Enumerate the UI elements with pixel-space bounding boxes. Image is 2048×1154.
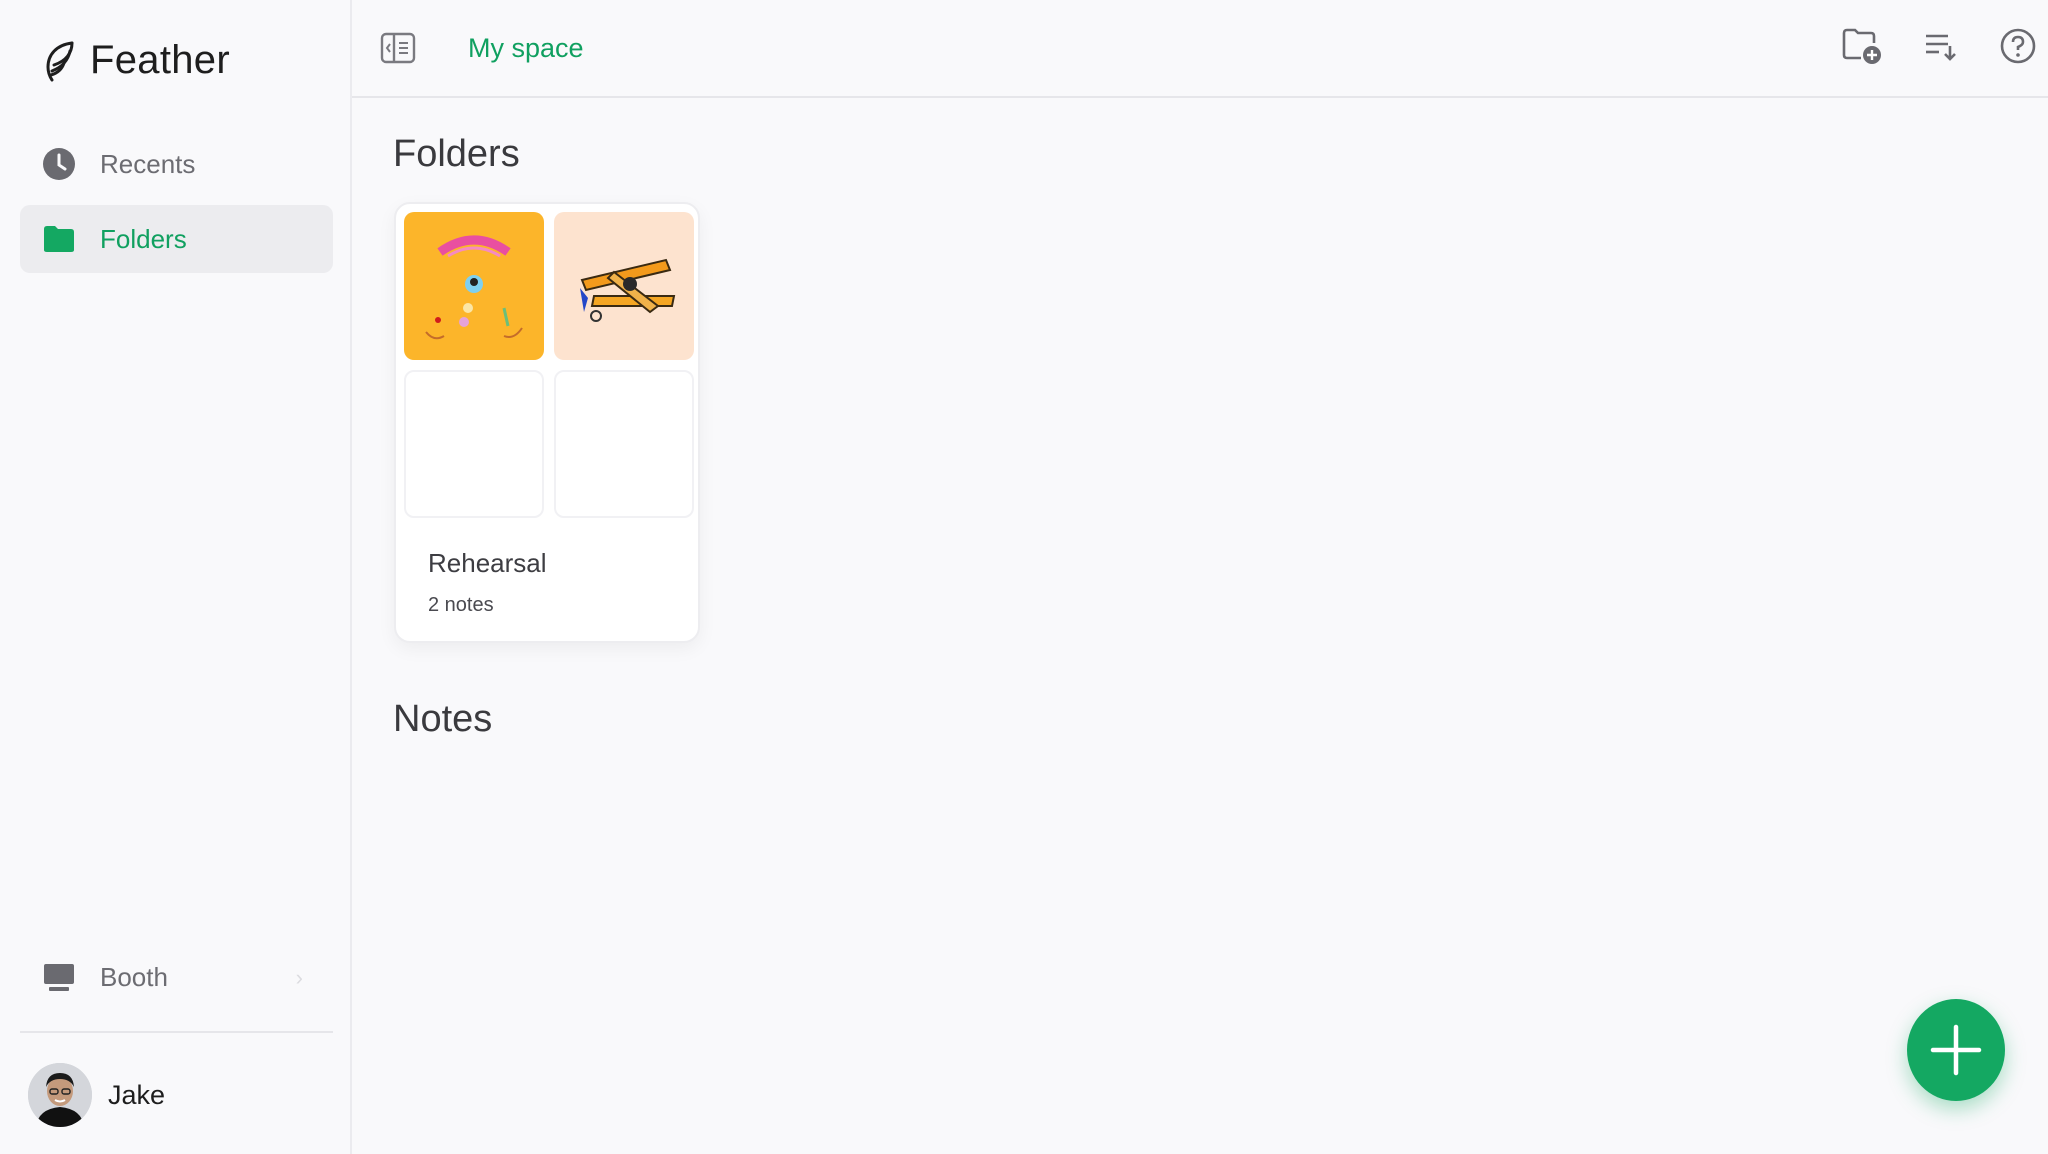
sidebar-item-recents[interactable]: Recents bbox=[20, 130, 333, 198]
plus-icon bbox=[1930, 1024, 1982, 1076]
feather-logo-icon bbox=[46, 41, 74, 81]
sidebar-divider bbox=[20, 1031, 333, 1033]
sidebar: Feather Recents Folders Booth › Jake bbox=[0, 0, 352, 1154]
new-folder-button[interactable] bbox=[1840, 24, 1884, 68]
note-thumbnail-empty bbox=[554, 370, 694, 518]
app-name: Feather bbox=[90, 38, 230, 82]
sort-icon bbox=[1926, 34, 1956, 61]
folder-name: Rehearsal bbox=[428, 548, 547, 578]
user-profile[interactable]: Jake bbox=[28, 1063, 165, 1127]
app-logo[interactable]: Feather bbox=[42, 38, 230, 83]
help-icon bbox=[2000, 28, 2036, 64]
note-thumbnail-empty bbox=[404, 370, 544, 518]
note-thumbnail bbox=[554, 212, 694, 360]
clock-icon bbox=[42, 147, 76, 181]
breadcrumb[interactable]: My space bbox=[468, 33, 584, 64]
add-button[interactable] bbox=[1907, 999, 2005, 1101]
user-name: Jake bbox=[108, 1079, 166, 1110]
chevron-right-icon: › bbox=[295, 965, 303, 990]
monitor-icon bbox=[42, 960, 76, 994]
folder-icon bbox=[42, 222, 76, 256]
folder-card[interactable]: Rehearsal 2 notes bbox=[394, 202, 700, 643]
sidebar-item-label: Folders bbox=[100, 223, 187, 254]
help-button[interactable] bbox=[1996, 24, 2040, 68]
new-folder-icon bbox=[1842, 28, 1881, 64]
sidebar-item-label: Recents bbox=[100, 148, 196, 179]
folders-heading: Folders bbox=[393, 133, 520, 175]
avatar bbox=[28, 1063, 92, 1127]
sidebar-item-booth[interactable]: Booth › bbox=[20, 943, 333, 1011]
notes-heading: Notes bbox=[393, 698, 493, 740]
folder-note-count: 2 notes bbox=[428, 594, 494, 616]
top-bar: My space bbox=[352, 0, 2048, 98]
toggle-sidebar-icon[interactable] bbox=[380, 30, 416, 66]
sidebar-item-label: Booth bbox=[100, 961, 168, 992]
sort-button[interactable] bbox=[1918, 24, 1962, 68]
note-thumbnail bbox=[404, 212, 544, 360]
sidebar-item-folders[interactable]: Folders bbox=[20, 205, 333, 273]
